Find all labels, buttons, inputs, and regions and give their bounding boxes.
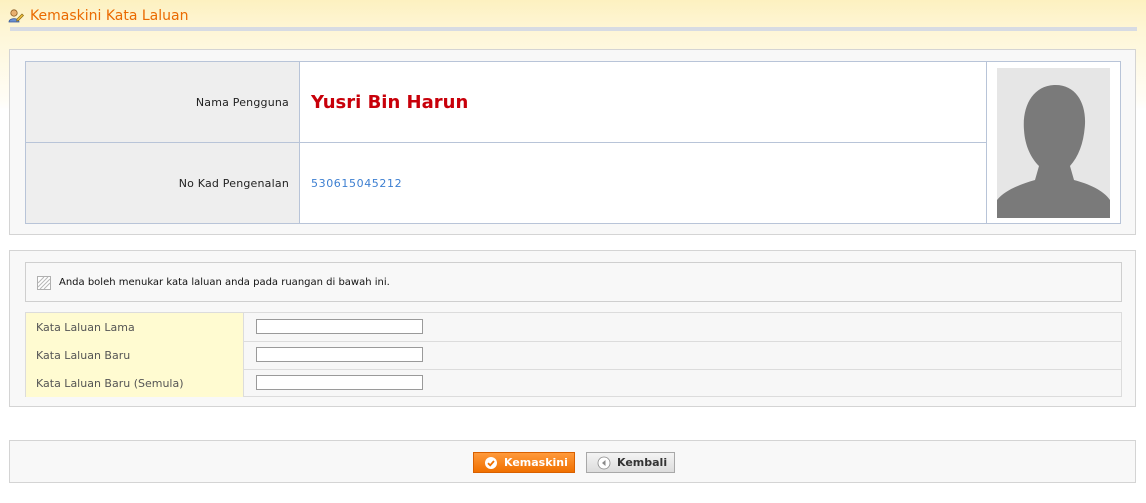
old-password-label: Kata Laluan Lama [26, 313, 244, 341]
confirm-password-input[interactable] [256, 375, 423, 390]
username-value: Yusri Bin Harun [300, 62, 986, 143]
profile-photo [997, 68, 1110, 218]
confirm-password-label: Kata Laluan Baru (Semula) [26, 369, 244, 397]
check-circle-icon [484, 456, 498, 470]
profile-photo-cell [986, 62, 1120, 223]
header-divider [10, 27, 1137, 31]
form-row-old-password: Kata Laluan Lama [26, 313, 1121, 342]
new-password-label: Kata Laluan Baru [26, 341, 244, 369]
new-password-input[interactable] [256, 347, 423, 362]
notice-stripe-icon [37, 275, 51, 290]
ic-number-value: 530615045212 [311, 176, 403, 190]
user-edit-icon [8, 8, 24, 24]
password-form: Kata Laluan Lama Kata Laluan Baru Kata L… [25, 312, 1122, 397]
username-label: Nama Pengguna [26, 62, 300, 143]
password-panel: Anda boleh menukar kata laluan anda pada… [9, 250, 1136, 407]
ic-number-label: No Kad Pengenalan [26, 143, 300, 223]
old-password-input[interactable] [256, 319, 423, 334]
page-title: Kemaskini Kata Laluan [30, 8, 189, 24]
page-header: Kemaskini Kata Laluan [8, 6, 188, 26]
form-row-new-password: Kata Laluan Baru [26, 341, 1121, 370]
action-bar: Kemaskini Kembali [9, 440, 1136, 483]
back-arrow-icon [597, 456, 611, 470]
notice-box: Anda boleh menukar kata laluan anda pada… [25, 262, 1122, 302]
update-button-label: Kemaskini [504, 456, 568, 469]
form-row-confirm-password: Kata Laluan Baru (Semula) [26, 369, 1121, 397]
profile-table: Nama Pengguna Yusri Bin Harun No Kad Pen… [25, 61, 1121, 224]
back-button-label: Kembali [617, 456, 668, 469]
back-button[interactable]: Kembali [586, 452, 675, 473]
notice-text: Anda boleh menukar kata laluan anda pada… [59, 276, 390, 288]
update-button[interactable]: Kemaskini [473, 452, 575, 473]
profile-panel: Nama Pengguna Yusri Bin Harun No Kad Pen… [9, 49, 1136, 235]
